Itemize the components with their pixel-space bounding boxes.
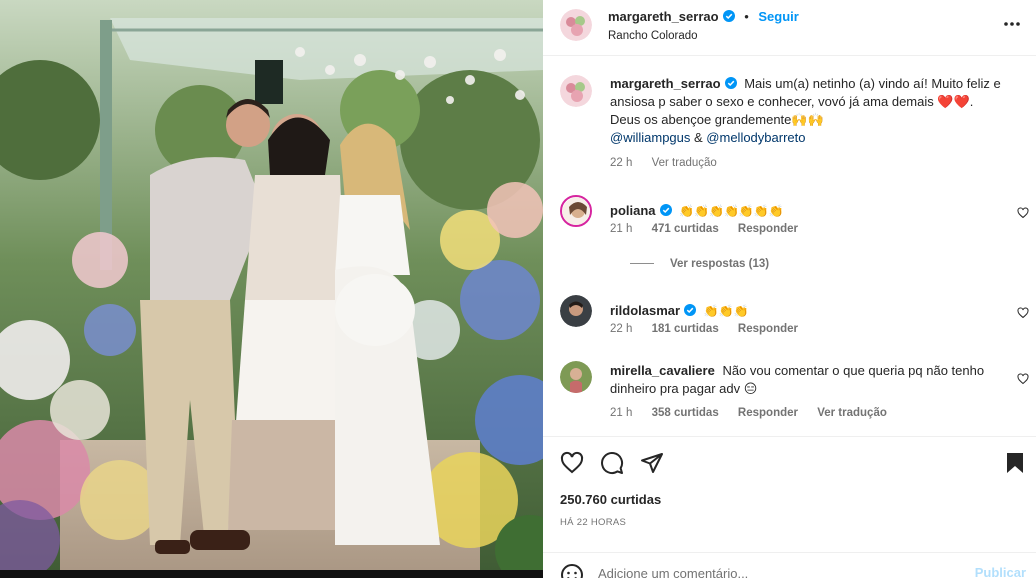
- comment-text: 👏👏👏👏👏👏👏: [679, 204, 784, 218]
- comment-like-heart-icon[interactable]: [1017, 373, 1029, 385]
- comment-input[interactable]: [598, 561, 958, 578]
- publish-button[interactable]: Publicar: [975, 565, 1026, 578]
- avatar-image-icon: [560, 361, 592, 393]
- comment-time: 21 h: [610, 223, 633, 235]
- post-actions: 250.760 curtidas HÁ 22 HORAS Publicar: [543, 436, 1036, 578]
- comment-like-heart-icon[interactable]: [1017, 307, 1029, 319]
- comment-time: 21 h: [610, 407, 633, 419]
- comment-row: rildolasmar 👏👏👏 22 h 181 curtidas Respon…: [560, 295, 1029, 355]
- comment-time: 22 h: [610, 323, 633, 335]
- bookmark-icon[interactable]: [1003, 451, 1027, 475]
- avatar-image-icon: [560, 9, 592, 41]
- comment-row: poliana 👏👏👏👏👏👏👏 21 h 471 curtidas Respon…: [560, 195, 1029, 285]
- caption-username[interactable]: margareth_serrao: [610, 76, 721, 91]
- commenter-avatar[interactable]: [560, 361, 592, 393]
- replies-divider: [630, 263, 654, 265]
- caption-author-avatar[interactable]: [560, 75, 592, 107]
- more-options-icon[interactable]: [1002, 14, 1022, 34]
- comment-like-heart-icon[interactable]: [1017, 207, 1029, 219]
- comment-username[interactable]: rildolasmar: [610, 303, 680, 318]
- comment-icon[interactable]: [600, 451, 624, 475]
- comment-meta: 21 h 358 curtidas Responder Ver tradução: [610, 407, 903, 419]
- comment-content: mirella_cavaliere Não vou comentar o que…: [610, 362, 1005, 398]
- family-photo-illustration: [0, 0, 543, 578]
- view-replies-label: Ver respostas (13): [670, 258, 770, 270]
- avatar-image-icon: [560, 295, 592, 327]
- view-replies-button[interactable]: Ver respostas (13): [630, 258, 769, 270]
- comment-username[interactable]: poliana: [610, 203, 656, 218]
- author-username[interactable]: margareth_serrao: [608, 9, 719, 24]
- post-details-panel: margareth_serrao • Seguir Rancho Colorad…: [543, 0, 1036, 578]
- reply-button[interactable]: Responder: [738, 407, 798, 419]
- comment-likes[interactable]: 358 curtidas: [652, 407, 719, 419]
- comment-username[interactable]: mirella_cavaliere: [610, 363, 715, 378]
- share-icon[interactable]: [640, 451, 664, 475]
- caption-time: 22 h: [610, 157, 633, 169]
- separator-dot: •: [744, 9, 749, 24]
- mention-link[interactable]: @mellodybarreto: [706, 130, 805, 145]
- commenter-avatar[interactable]: [560, 295, 592, 327]
- comments-list[interactable]: margareth_serrao Mais um(a) netinho (a) …: [543, 57, 1036, 435]
- mention-link[interactable]: @williampgus: [610, 130, 690, 145]
- comment-content: rildolasmar 👏👏👏: [610, 302, 1005, 320]
- commenter-avatar[interactable]: [560, 195, 592, 227]
- emoji-icon[interactable]: [560, 563, 584, 578]
- comment-likes[interactable]: 181 curtidas: [652, 323, 719, 335]
- verified-badge-icon: [722, 10, 735, 22]
- verified-badge-icon: [724, 77, 737, 89]
- avatar-image-icon: [562, 197, 590, 225]
- caption-row: margareth_serrao Mais um(a) netinho (a) …: [560, 75, 1025, 175]
- follow-button[interactable]: Seguir: [758, 9, 798, 24]
- comment-meta: 22 h 181 curtidas Responder: [610, 323, 814, 335]
- likes-count[interactable]: 250.760 curtidas: [560, 492, 661, 507]
- header-user-line: margareth_serrao • Seguir: [608, 9, 799, 24]
- comment-content: poliana 👏👏👏👏👏👏👏: [610, 202, 1005, 220]
- comment-meta: 21 h 471 curtidas Responder: [610, 223, 814, 235]
- post-photo: [0, 0, 543, 578]
- heart-icon[interactable]: [560, 451, 584, 475]
- comment-row: mirella_cavaliere Não vou comentar o que…: [560, 361, 1029, 431]
- comment-likes[interactable]: 471 curtidas: [652, 223, 719, 235]
- reply-button[interactable]: Responder: [738, 223, 798, 235]
- reply-button[interactable]: Responder: [738, 323, 798, 335]
- avatar-image-icon: [560, 75, 592, 107]
- caption-content: margareth_serrao Mais um(a) netinho (a) …: [610, 75, 1005, 147]
- author-avatar[interactable]: [560, 9, 592, 41]
- translate-link[interactable]: Ver tradução: [817, 407, 887, 419]
- post-location[interactable]: Rancho Colorado: [608, 30, 698, 42]
- translate-link[interactable]: Ver tradução: [652, 157, 717, 169]
- verified-badge-icon: [659, 204, 672, 216]
- post-timestamp: HÁ 22 HORAS: [560, 517, 627, 528]
- mention-separator: &: [690, 130, 707, 145]
- post-header: margareth_serrao • Seguir Rancho Colorad…: [543, 0, 1036, 56]
- verified-badge-icon: [684, 304, 697, 316]
- caption-meta: 22 h Ver tradução: [610, 157, 733, 169]
- add-comment-bar: Publicar: [543, 552, 1036, 578]
- comment-text: 👏👏👏: [703, 304, 749, 318]
